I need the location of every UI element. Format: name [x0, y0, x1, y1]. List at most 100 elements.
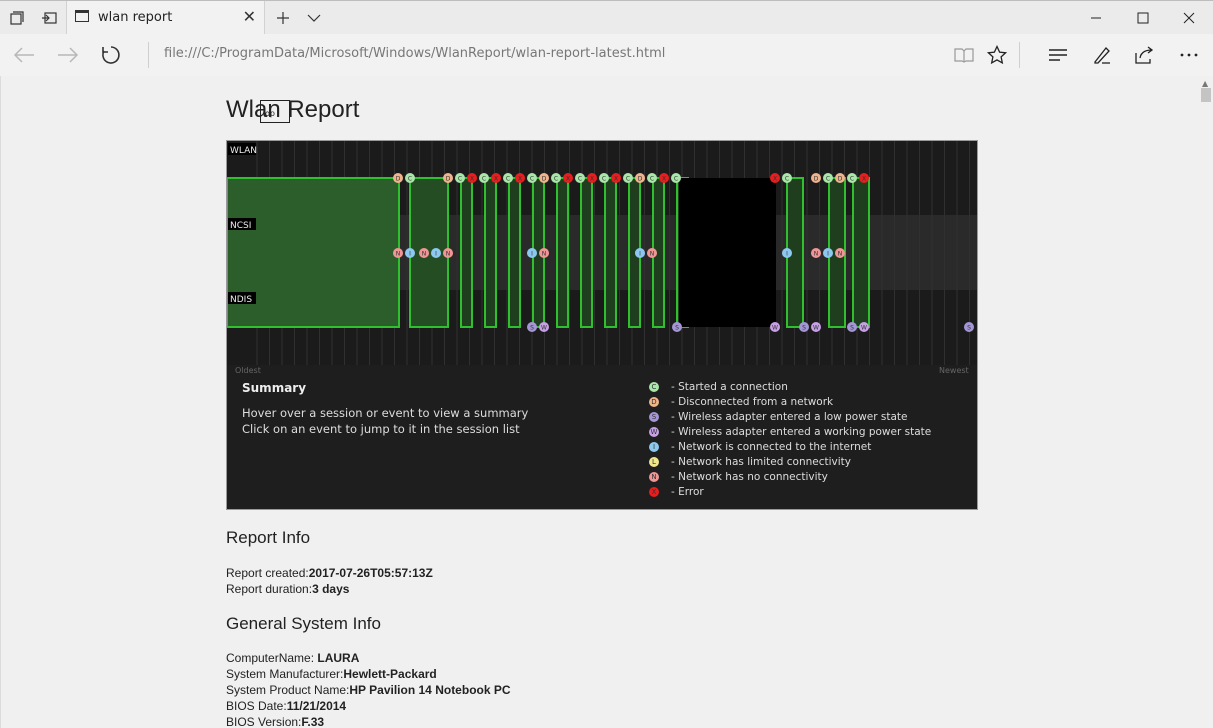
back-icon[interactable] [2, 34, 46, 76]
system-info: ComputerName: LAURA System Manufacturer:… [226, 650, 511, 728]
event-letter: I [827, 251, 829, 258]
scroll-thumb[interactable] [1201, 88, 1211, 102]
legend-dot: S [649, 411, 659, 422]
legend-label: - Error [671, 485, 704, 498]
legend-item: W - Wireless adapter entered a working po… [649, 424, 931, 439]
lane-label: NCSI [230, 221, 251, 231]
address-bar: file:///C:/ProgramData/Microsoft/Windows… [0, 34, 1213, 76]
hub-icon[interactable] [1040, 34, 1076, 76]
event-letter: N [396, 251, 401, 258]
tooltip: op [260, 100, 290, 123]
close-window-icon[interactable] [1166, 1, 1212, 34]
tab-preview-icon[interactable] [0, 1, 34, 34]
event-letter: S [802, 325, 806, 332]
event-letter: X [494, 176, 498, 183]
legend: C - Started a connection D - Disconnected f… [649, 379, 931, 499]
session-block [852, 177, 870, 328]
maximize-icon[interactable] [1120, 1, 1166, 34]
label: ComputerName: [226, 651, 318, 665]
event-letter: S [850, 325, 854, 332]
event-letter: C [482, 176, 486, 183]
new-tab-icon[interactable] [266, 1, 300, 34]
forward-icon[interactable] [46, 34, 90, 76]
session-block [484, 177, 497, 328]
page-title: Wlan Report [226, 96, 360, 123]
legend-dot: X [649, 486, 659, 497]
event-letter: C [408, 176, 412, 183]
summary-title: Summary [242, 381, 307, 395]
event-letter: S [675, 325, 679, 332]
value: LAURA [317, 651, 360, 665]
reading-view-icon[interactable] [946, 34, 982, 76]
minimize-icon[interactable] [1073, 1, 1119, 34]
event-letter: W [861, 325, 867, 332]
event-letter: S [530, 325, 534, 332]
event-letter: I [531, 251, 533, 258]
value: 2017-07-26T05:57:13Z [308, 566, 433, 580]
event-letter: X [662, 176, 666, 183]
event-letter: C [458, 176, 462, 183]
label: BIOS Date: [226, 699, 287, 713]
event-letter: D [838, 176, 843, 183]
event-letter: N [422, 251, 427, 258]
summary-line: Click on an event to jump to it in the s… [242, 422, 520, 436]
event-letter: C [850, 176, 854, 183]
event-letter: C [785, 176, 789, 183]
event-letter: D [542, 176, 547, 183]
event-letter: X [773, 176, 777, 183]
label: BIOS Version: [226, 715, 302, 728]
legend-item: X - Error [649, 484, 931, 499]
event-letter: C [578, 176, 582, 183]
event-letter: W [813, 325, 819, 332]
event-letter: C [674, 176, 678, 183]
refresh-icon[interactable] [89, 34, 133, 76]
legend-dot: W [649, 426, 659, 437]
event-letter: C [826, 176, 830, 183]
event-letter: I [409, 251, 411, 258]
chevron-down-icon[interactable] [297, 1, 331, 34]
value: HP Pavilion 14 Notebook PC [349, 683, 511, 697]
session-block [409, 177, 449, 328]
web-note-icon[interactable] [1084, 34, 1120, 76]
system-info-row: BIOS Date:11/21/2014 [226, 698, 511, 714]
timeline-svg[interactable]: WLANNCSINDISOldest NewestD C D C X C X C X C D C X C X C… [227, 141, 977, 377]
session-block [508, 177, 521, 328]
favorites-star-icon[interactable] [979, 34, 1015, 76]
page-icon [75, 10, 89, 22]
legend-item: I - Network is connected to the internet [649, 439, 931, 454]
set-aside-tabs-icon[interactable] [32, 1, 66, 34]
tab-bar: wlan report ✕ [0, 0, 1213, 35]
legend-dot: D [649, 396, 659, 407]
scrollbar[interactable]: ▲ [1199, 76, 1213, 728]
event-letter: W [541, 325, 547, 332]
event-letter: C [530, 176, 534, 183]
report-info: Report created:2017-07-26T05:57:13Z Repo… [226, 565, 433, 597]
scroll-up-icon[interactable]: ▲ [1202, 79, 1208, 88]
label: Report duration: [226, 582, 313, 596]
event-letter: I [786, 251, 788, 258]
divider [1019, 42, 1020, 68]
legend-label: - Network is connected to the internet [671, 440, 872, 453]
legend-label: - Network has no connectivity [671, 470, 828, 483]
event-letter: N [838, 251, 843, 258]
event-letter: C [602, 176, 606, 183]
legend-item: S - Wireless adapter entered a low power … [649, 409, 931, 424]
more-icon[interactable] [1171, 34, 1207, 76]
legend-label: - Wireless adapter entered a low power s… [671, 410, 908, 423]
url-field[interactable]: file:///C:/ProgramData/Microsoft/Windows… [164, 46, 665, 61]
event-letter: C [554, 176, 558, 183]
system-info-row: BIOS Version:F.33 [226, 714, 511, 728]
session-block [580, 177, 593, 328]
close-icon[interactable]: ✕ [243, 7, 256, 26]
event-letter: X [862, 176, 866, 183]
label: System Product Name: [226, 683, 350, 697]
tab-wlan-report[interactable]: wlan report ✕ [66, 1, 265, 35]
wlan-session-chart[interactable]: WLAN NCSI NDIS Oldest Newest D C D C X C X C X C D C X C X C… [226, 140, 978, 510]
event-letter: X [470, 176, 474, 183]
event-letter: N [650, 251, 655, 258]
legend-dot: I [649, 441, 659, 452]
value: 3 days [312, 582, 350, 596]
share-icon[interactable] [1127, 34, 1163, 76]
event-letter: D [638, 176, 643, 183]
event-letter: C [626, 176, 630, 183]
